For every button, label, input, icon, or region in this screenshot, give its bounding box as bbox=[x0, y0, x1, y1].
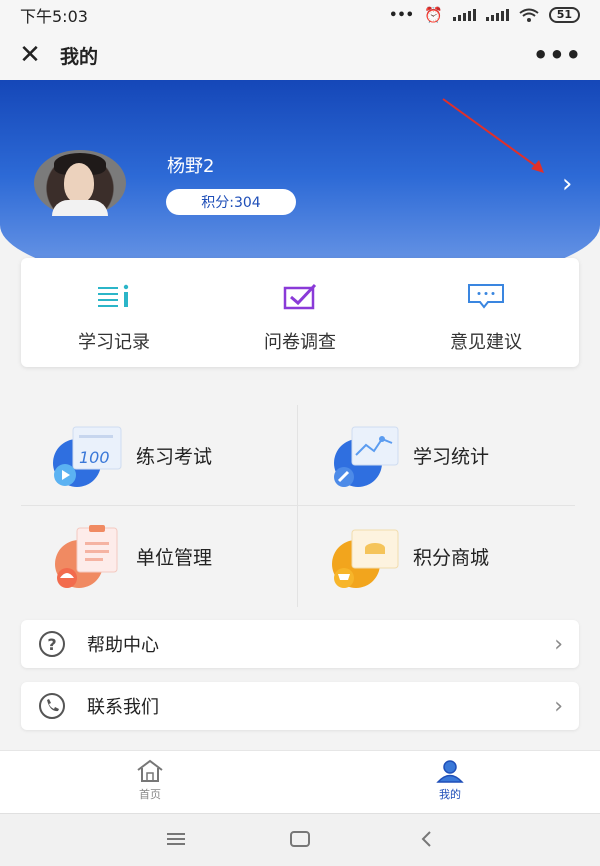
tab-mine[interactable]: 我的 bbox=[420, 759, 480, 802]
chevron-right-icon: › bbox=[554, 631, 563, 657]
system-nav-bar bbox=[0, 813, 600, 866]
feature-label: 单位管理 bbox=[136, 547, 213, 569]
signal-icon bbox=[452, 9, 476, 21]
status-bar: 下午5:03 ••• ⏰ 51 bbox=[0, 0, 600, 30]
row-label: 联系我们 bbox=[87, 697, 159, 718]
shopping-cart-icon bbox=[326, 524, 404, 590]
statistics-icon bbox=[326, 423, 404, 489]
feature-points-mall[interactable]: 积分商城 bbox=[298, 506, 575, 607]
checkbox-icon bbox=[283, 283, 317, 310]
feature-unit-management[interactable]: 单位管理 bbox=[21, 506, 298, 607]
chevron-right-icon[interactable]: › bbox=[562, 171, 572, 197]
feature-label: 积分商城 bbox=[413, 547, 490, 569]
signal-icon-2 bbox=[485, 9, 509, 21]
svg-text:?: ? bbox=[47, 635, 56, 654]
quick-action-label: 问卷调查 bbox=[264, 332, 336, 353]
question-icon: ? bbox=[39, 631, 65, 657]
quick-action-survey[interactable]: 问卷调查 bbox=[207, 258, 393, 367]
list-icon bbox=[98, 284, 129, 307]
title-bar: ✕ 我的 ••• bbox=[0, 30, 600, 80]
quick-actions-card: 学习记录 问卷调查 意见建议 bbox=[21, 258, 579, 367]
status-time: 下午5:03 bbox=[20, 7, 88, 26]
more-menu-icon[interactable]: ••• bbox=[533, 43, 582, 67]
feature-practice-exam[interactable]: 100 练习考试 bbox=[21, 405, 298, 506]
battery-indicator: 51 bbox=[548, 7, 580, 23]
home-icon bbox=[137, 759, 163, 782]
status-icons: ••• ⏰ 51 bbox=[389, 6, 580, 24]
help-center-row[interactable]: ? 帮助中心 › bbox=[21, 620, 579, 668]
username: 杨野2 bbox=[167, 156, 215, 177]
tab-label: 我的 bbox=[439, 788, 461, 801]
user-icon bbox=[436, 760, 464, 783]
bottom-tab-bar: 首页 我的 bbox=[0, 750, 600, 814]
quick-action-study-record[interactable]: 学习记录 bbox=[21, 258, 207, 367]
quick-action-label: 意见建议 bbox=[450, 332, 522, 353]
red-arrow-annotation bbox=[442, 98, 544, 173]
row-label: 帮助中心 bbox=[87, 635, 159, 656]
alarm-icon: ⏰ bbox=[424, 6, 443, 24]
wifi-icon bbox=[519, 8, 539, 22]
chat-bubble-icon bbox=[468, 284, 504, 309]
back-icon[interactable] bbox=[420, 830, 432, 848]
home-square-icon[interactable] bbox=[290, 831, 310, 847]
quick-action-feedback[interactable]: 意见建议 bbox=[393, 258, 579, 367]
close-icon[interactable]: ✕ bbox=[18, 42, 42, 68]
clipboard-icon bbox=[49, 524, 127, 590]
page-title: 我的 bbox=[60, 45, 99, 68]
quick-action-label: 学习记录 bbox=[78, 332, 150, 353]
tab-label: 首页 bbox=[139, 788, 161, 801]
phone-icon bbox=[39, 693, 65, 719]
contact-us-row[interactable]: 联系我们 › bbox=[21, 682, 579, 730]
chevron-right-icon: › bbox=[554, 693, 563, 719]
feature-label: 练习考试 bbox=[136, 446, 213, 468]
avatar[interactable] bbox=[34, 150, 126, 216]
feature-grid: 100 练习考试 学习统计 单位管理 积分商城 bbox=[21, 405, 575, 607]
exam-paper-icon: 100 bbox=[49, 423, 127, 489]
menu-icon[interactable] bbox=[167, 832, 185, 846]
points-badge: 积分:304 bbox=[166, 189, 296, 215]
more-dots-icon: ••• bbox=[389, 7, 414, 23]
feature-label: 学习统计 bbox=[413, 446, 490, 468]
svg-text:100: 100 bbox=[79, 448, 110, 467]
tab-home[interactable]: 首页 bbox=[120, 759, 180, 802]
feature-study-stats[interactable]: 学习统计 bbox=[298, 405, 575, 506]
